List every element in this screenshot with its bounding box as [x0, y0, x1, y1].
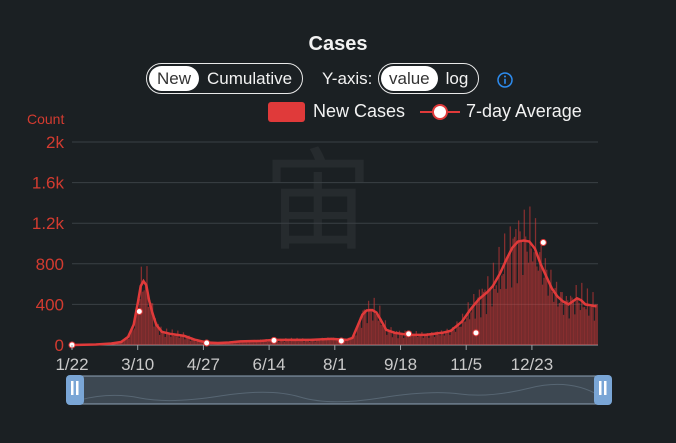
- zoom-left-handle[interactable]: [66, 375, 84, 405]
- zoom-slider[interactable]: [0, 0, 676, 443]
- zoom-right-handle[interactable]: [594, 375, 612, 405]
